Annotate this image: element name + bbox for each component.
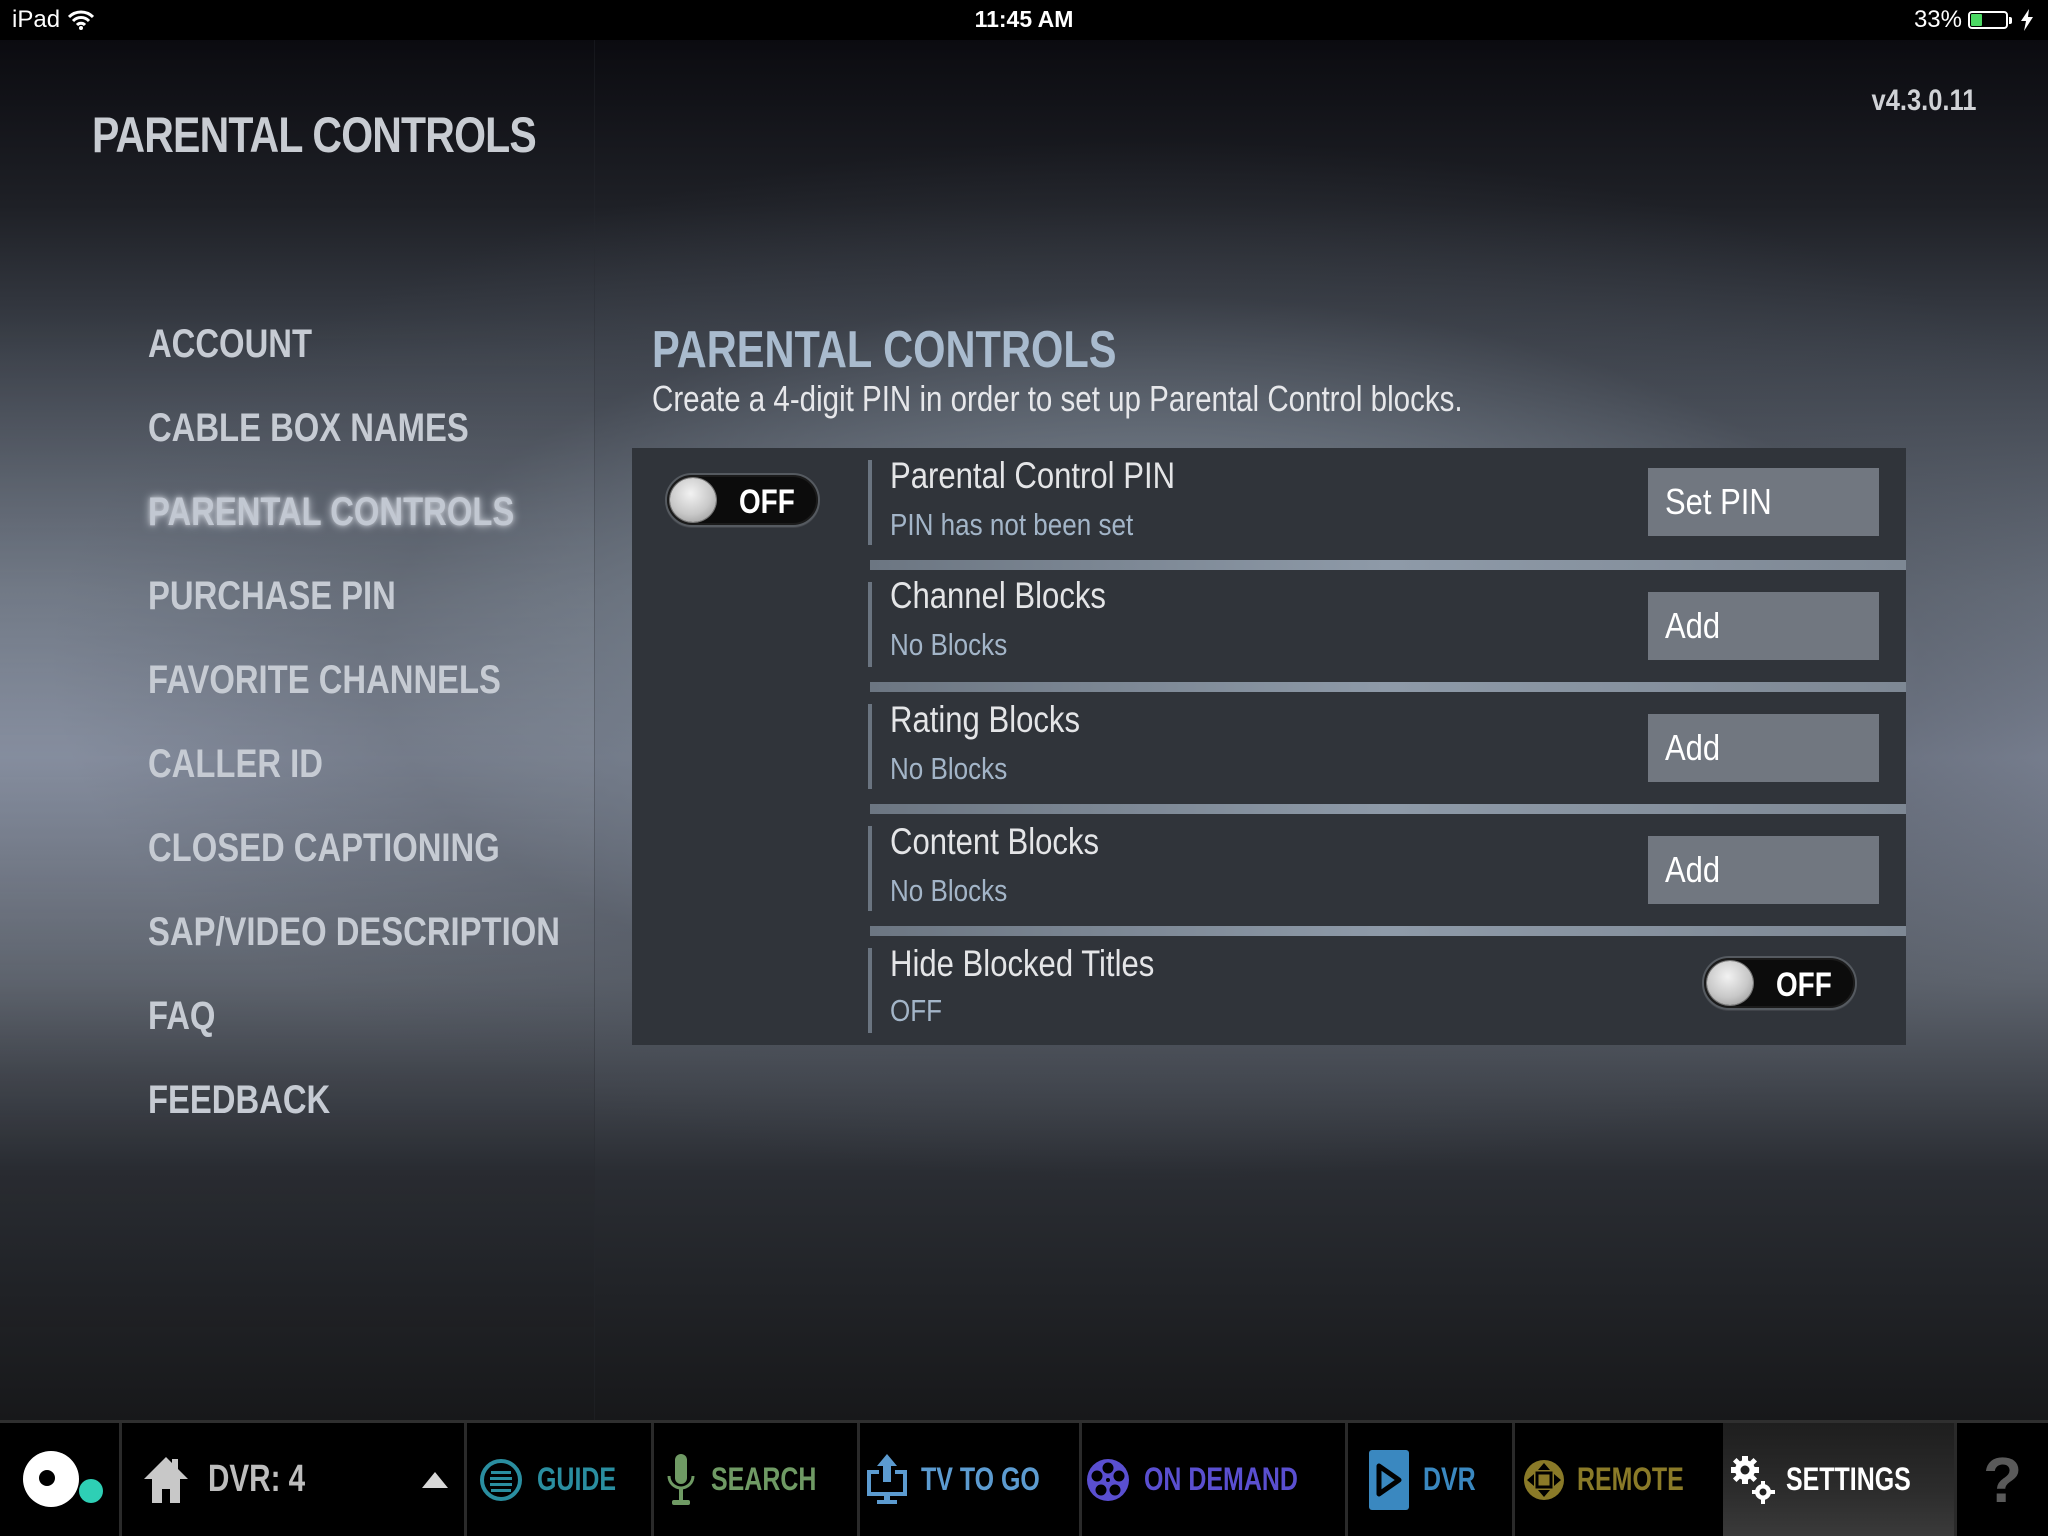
tab-search[interactable]: SEARCH [654, 1423, 857, 1536]
app-logo-button[interactable] [0, 1423, 119, 1536]
row-status: PIN has not been set [890, 507, 1134, 542]
tab-on-demand-label: ON DEMAND [1143, 1461, 1298, 1497]
section-title: PARENTAL CONTROLS [652, 321, 1117, 379]
set-pin-button-label: Set PIN [1665, 481, 1772, 522]
sidebar-item-closed-captioning[interactable]: CLOSED CAPTIONING [148, 826, 500, 871]
help-icon: ? [1982, 1443, 2023, 1516]
page-title: PARENTAL CONTROLS [92, 107, 537, 163]
battery-percent: 33% [1913, 6, 1962, 33]
caret-up-icon [422, 1471, 448, 1488]
tab-guide-label: GUIDE [537, 1461, 617, 1497]
clock: 11:45 AM [974, 6, 1074, 32]
tab-dvr-label: DVR [1423, 1461, 1476, 1497]
bolt-icon [2021, 9, 2033, 31]
parental-controls-master-toggle[interactable]: OFF [665, 473, 820, 527]
sidebar-item-account[interactable]: ACCOUNT [148, 322, 312, 367]
add-button-label: Add [1665, 849, 1721, 890]
toggle-state-label: OFF [739, 483, 795, 521]
row-divider [868, 582, 872, 667]
dpad-icon [1524, 1459, 1565, 1500]
add-rating-block-button[interactable]: Add [1648, 714, 1879, 782]
row-divider [868, 704, 872, 789]
row-status: No Blocks [890, 751, 1008, 786]
tab-settings-label: SETTINGS [1786, 1461, 1912, 1497]
row-status: No Blocks [890, 627, 1008, 662]
tab-guide[interactable]: GUIDE [467, 1423, 651, 1536]
row-status: OFF [890, 993, 943, 1028]
row-title: Rating Blocks [890, 699, 1081, 740]
toggle-knob [670, 478, 716, 522]
row-separator [870, 560, 1906, 570]
tab-search-label: SEARCH [710, 1461, 817, 1497]
row-title: Content Blocks [890, 821, 1100, 862]
upload-tv-icon [867, 1453, 908, 1504]
home-icon [144, 1456, 188, 1503]
sidebar-item-sap-video-description[interactable]: SAP/VIDEO DESCRIPTION [148, 910, 560, 955]
version-label: v4.3.0.11 [1871, 84, 1976, 117]
sidebar-item-caller-id[interactable]: CALLER ID [148, 742, 323, 787]
sidebar-item-cable-box-names[interactable]: CABLE BOX NAMES [148, 406, 469, 451]
row-separator [870, 682, 1906, 692]
row-separator [870, 926, 1906, 936]
row-divider [868, 948, 872, 1033]
row-separator [870, 804, 1906, 814]
app-logo-icon [22, 1450, 103, 1507]
row-title: Parental Control PIN [890, 455, 1176, 496]
status-bar: iPad 11:45 AM 33% [0, 0, 2048, 40]
row-title: Hide Blocked Titles [890, 943, 1155, 984]
battery-icon [1968, 11, 2012, 29]
section-description: Create a 4-digit PIN in order to set up … [652, 378, 1463, 419]
row-divider [868, 826, 872, 911]
tab-on-demand[interactable]: ON DEMAND [1082, 1423, 1345, 1536]
sidebar-item-purchase-pin[interactable]: PURCHASE PIN [148, 574, 396, 619]
sidebar-item-faq[interactable]: FAQ [148, 994, 215, 1039]
play-icon [1369, 1449, 1410, 1510]
row-title: Channel Blocks [890, 575, 1106, 616]
gears-icon [1731, 1455, 1776, 1504]
set-pin-button[interactable]: Set PIN [1648, 468, 1879, 536]
tab-dvr[interactable]: DVR [1348, 1423, 1512, 1536]
toggle-knob [1707, 961, 1753, 1005]
dvr-selector-label: DVR: 4 [208, 1458, 306, 1500]
add-channel-block-button[interactable]: Add [1648, 592, 1879, 660]
microphone-icon [667, 1453, 695, 1505]
tab-remote-label: REMOTE [1577, 1461, 1684, 1497]
bottom-tab-bar: DVR: 4 GUIDE SEARCH TV TO GO ON DEMAND D… [0, 1420, 2048, 1536]
sidebar-item-parental-controls[interactable]: PARENTAL CONTROLS [148, 490, 514, 535]
toggle-state-label: OFF [1776, 966, 1832, 1004]
film-reel-icon [1086, 1458, 1129, 1501]
sidebar-item-favorite-channels[interactable]: FAVORITE CHANNELS [148, 658, 501, 703]
help-button[interactable]: ? [1957, 1423, 2048, 1536]
sidebar-background [0, 40, 595, 1420]
tab-remote[interactable]: REMOTE [1515, 1423, 1722, 1536]
hide-blocked-titles-toggle[interactable]: OFF [1702, 956, 1857, 1010]
add-button-label: Add [1665, 605, 1721, 646]
guide-icon [480, 1458, 523, 1501]
battery-fill [1971, 14, 1983, 26]
sidebar-item-feedback[interactable]: FEEDBACK [148, 1078, 330, 1123]
dvr-selector[interactable]: DVR: 4 [122, 1423, 464, 1536]
tab-tv-to-go[interactable]: TV TO GO [860, 1423, 1079, 1536]
add-button-label: Add [1665, 727, 1721, 768]
row-status: No Blocks [890, 873, 1008, 908]
tab-tv-to-go-label: TV TO GO [921, 1461, 1041, 1497]
add-content-block-button[interactable]: Add [1648, 836, 1879, 904]
tab-settings[interactable]: SETTINGS [1723, 1423, 1954, 1536]
row-divider [868, 460, 872, 545]
